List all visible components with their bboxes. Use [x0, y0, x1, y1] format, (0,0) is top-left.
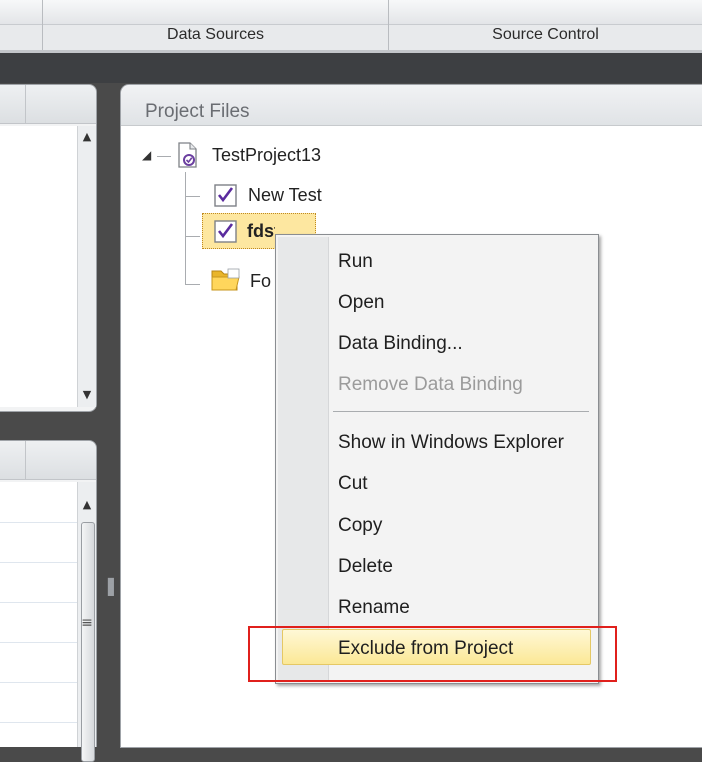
left-lower-panel: ▲ ≡	[0, 440, 97, 762]
tree-node-new-test[interactable]: New Test	[248, 185, 322, 206]
menu-item-open[interactable]: Open	[338, 292, 384, 314]
grid-row-line	[0, 722, 78, 723]
menu-separator	[333, 411, 589, 412]
vertical-scrollbar[interactable]: ▲ ≡	[77, 482, 96, 762]
grid-row-line	[0, 642, 78, 643]
left-upper-panel: ▲ ▼	[0, 84, 97, 412]
ribbon-tab-label: Data Sources	[167, 26, 264, 43]
grid-row-line	[0, 602, 78, 603]
ribbon-tab-partial[interactable]	[0, 0, 43, 52]
panel-header	[0, 85, 96, 124]
tree-connector	[185, 172, 186, 285]
header-divider	[25, 441, 26, 479]
project-file-icon	[178, 142, 197, 168]
tree-connector	[185, 284, 200, 285]
tree-connector	[157, 156, 171, 157]
menu-item-data-binding[interactable]: Data Binding...	[338, 333, 463, 355]
header-divider	[25, 85, 26, 123]
menu-item-remove-data-binding: Remove Data Binding	[338, 374, 523, 395]
scroll-up-icon[interactable]: ▲	[78, 498, 96, 511]
ribbon-tab-top	[0, 0, 42, 25]
panel-title: Project Files	[145, 101, 250, 122]
panel-splitter[interactable]: ■ ■ ■	[98, 83, 120, 746]
scroll-down-icon[interactable]: ▼	[78, 388, 96, 401]
vertical-scrollbar[interactable]: ▲ ▼	[77, 126, 96, 407]
scrollbar-thumb[interactable]	[81, 522, 95, 762]
tree-node-fdsf-d[interactable]: fdsf d	[247, 221, 275, 242]
tree-node-folder[interactable]: Fo	[250, 271, 274, 292]
ribbon-tab-label: Source Control	[492, 26, 599, 43]
annotation-highlight-box	[248, 626, 617, 682]
menu-item-show-in-windows-explorer[interactable]: Show in Windows Explorer	[338, 432, 564, 454]
menu-item-cut[interactable]: Cut	[338, 473, 368, 495]
menu-item-run[interactable]: Run	[338, 251, 373, 273]
tree-node-root[interactable]: TestProject13	[212, 145, 321, 166]
collapse-arrow-icon[interactable]: ◢	[142, 148, 151, 162]
panel-body	[0, 126, 78, 407]
ribbon: Data Sources Source Control	[0, 0, 702, 53]
context-menu: Run Open Data Binding... Remove Data Bin…	[275, 234, 599, 684]
folder-icon	[211, 268, 240, 291]
scroll-up-icon[interactable]: ▲	[78, 130, 96, 143]
menu-item-copy[interactable]: Copy	[338, 515, 382, 537]
toolbar-dark-band	[0, 53, 702, 83]
project-files-header: Project Files	[121, 85, 702, 126]
grid-row-line	[0, 562, 78, 563]
ribbon-tab-data-sources[interactable]: Data Sources	[43, 0, 389, 52]
tree-connector	[185, 196, 200, 197]
panel-header	[0, 441, 96, 480]
panel-body	[0, 482, 78, 747]
menu-item-delete[interactable]: Delete	[338, 556, 393, 578]
menu-item-rename[interactable]: Rename	[338, 597, 410, 619]
scroll-grip-icon: ≡	[81, 615, 93, 631]
ribbon-tab-top	[389, 0, 702, 25]
grid-row-line	[0, 522, 78, 523]
menu-icon-gutter	[278, 237, 329, 681]
ribbon-tab-source-control[interactable]: Source Control	[389, 0, 702, 52]
ribbon-tab-top	[43, 0, 388, 25]
splitter-grip-icon: ■ ■ ■	[107, 576, 115, 597]
grid-row-line	[0, 682, 78, 683]
test-checkbox-icon	[214, 220, 237, 243]
test-checkbox-icon	[214, 184, 237, 207]
tree-connector	[185, 236, 200, 237]
